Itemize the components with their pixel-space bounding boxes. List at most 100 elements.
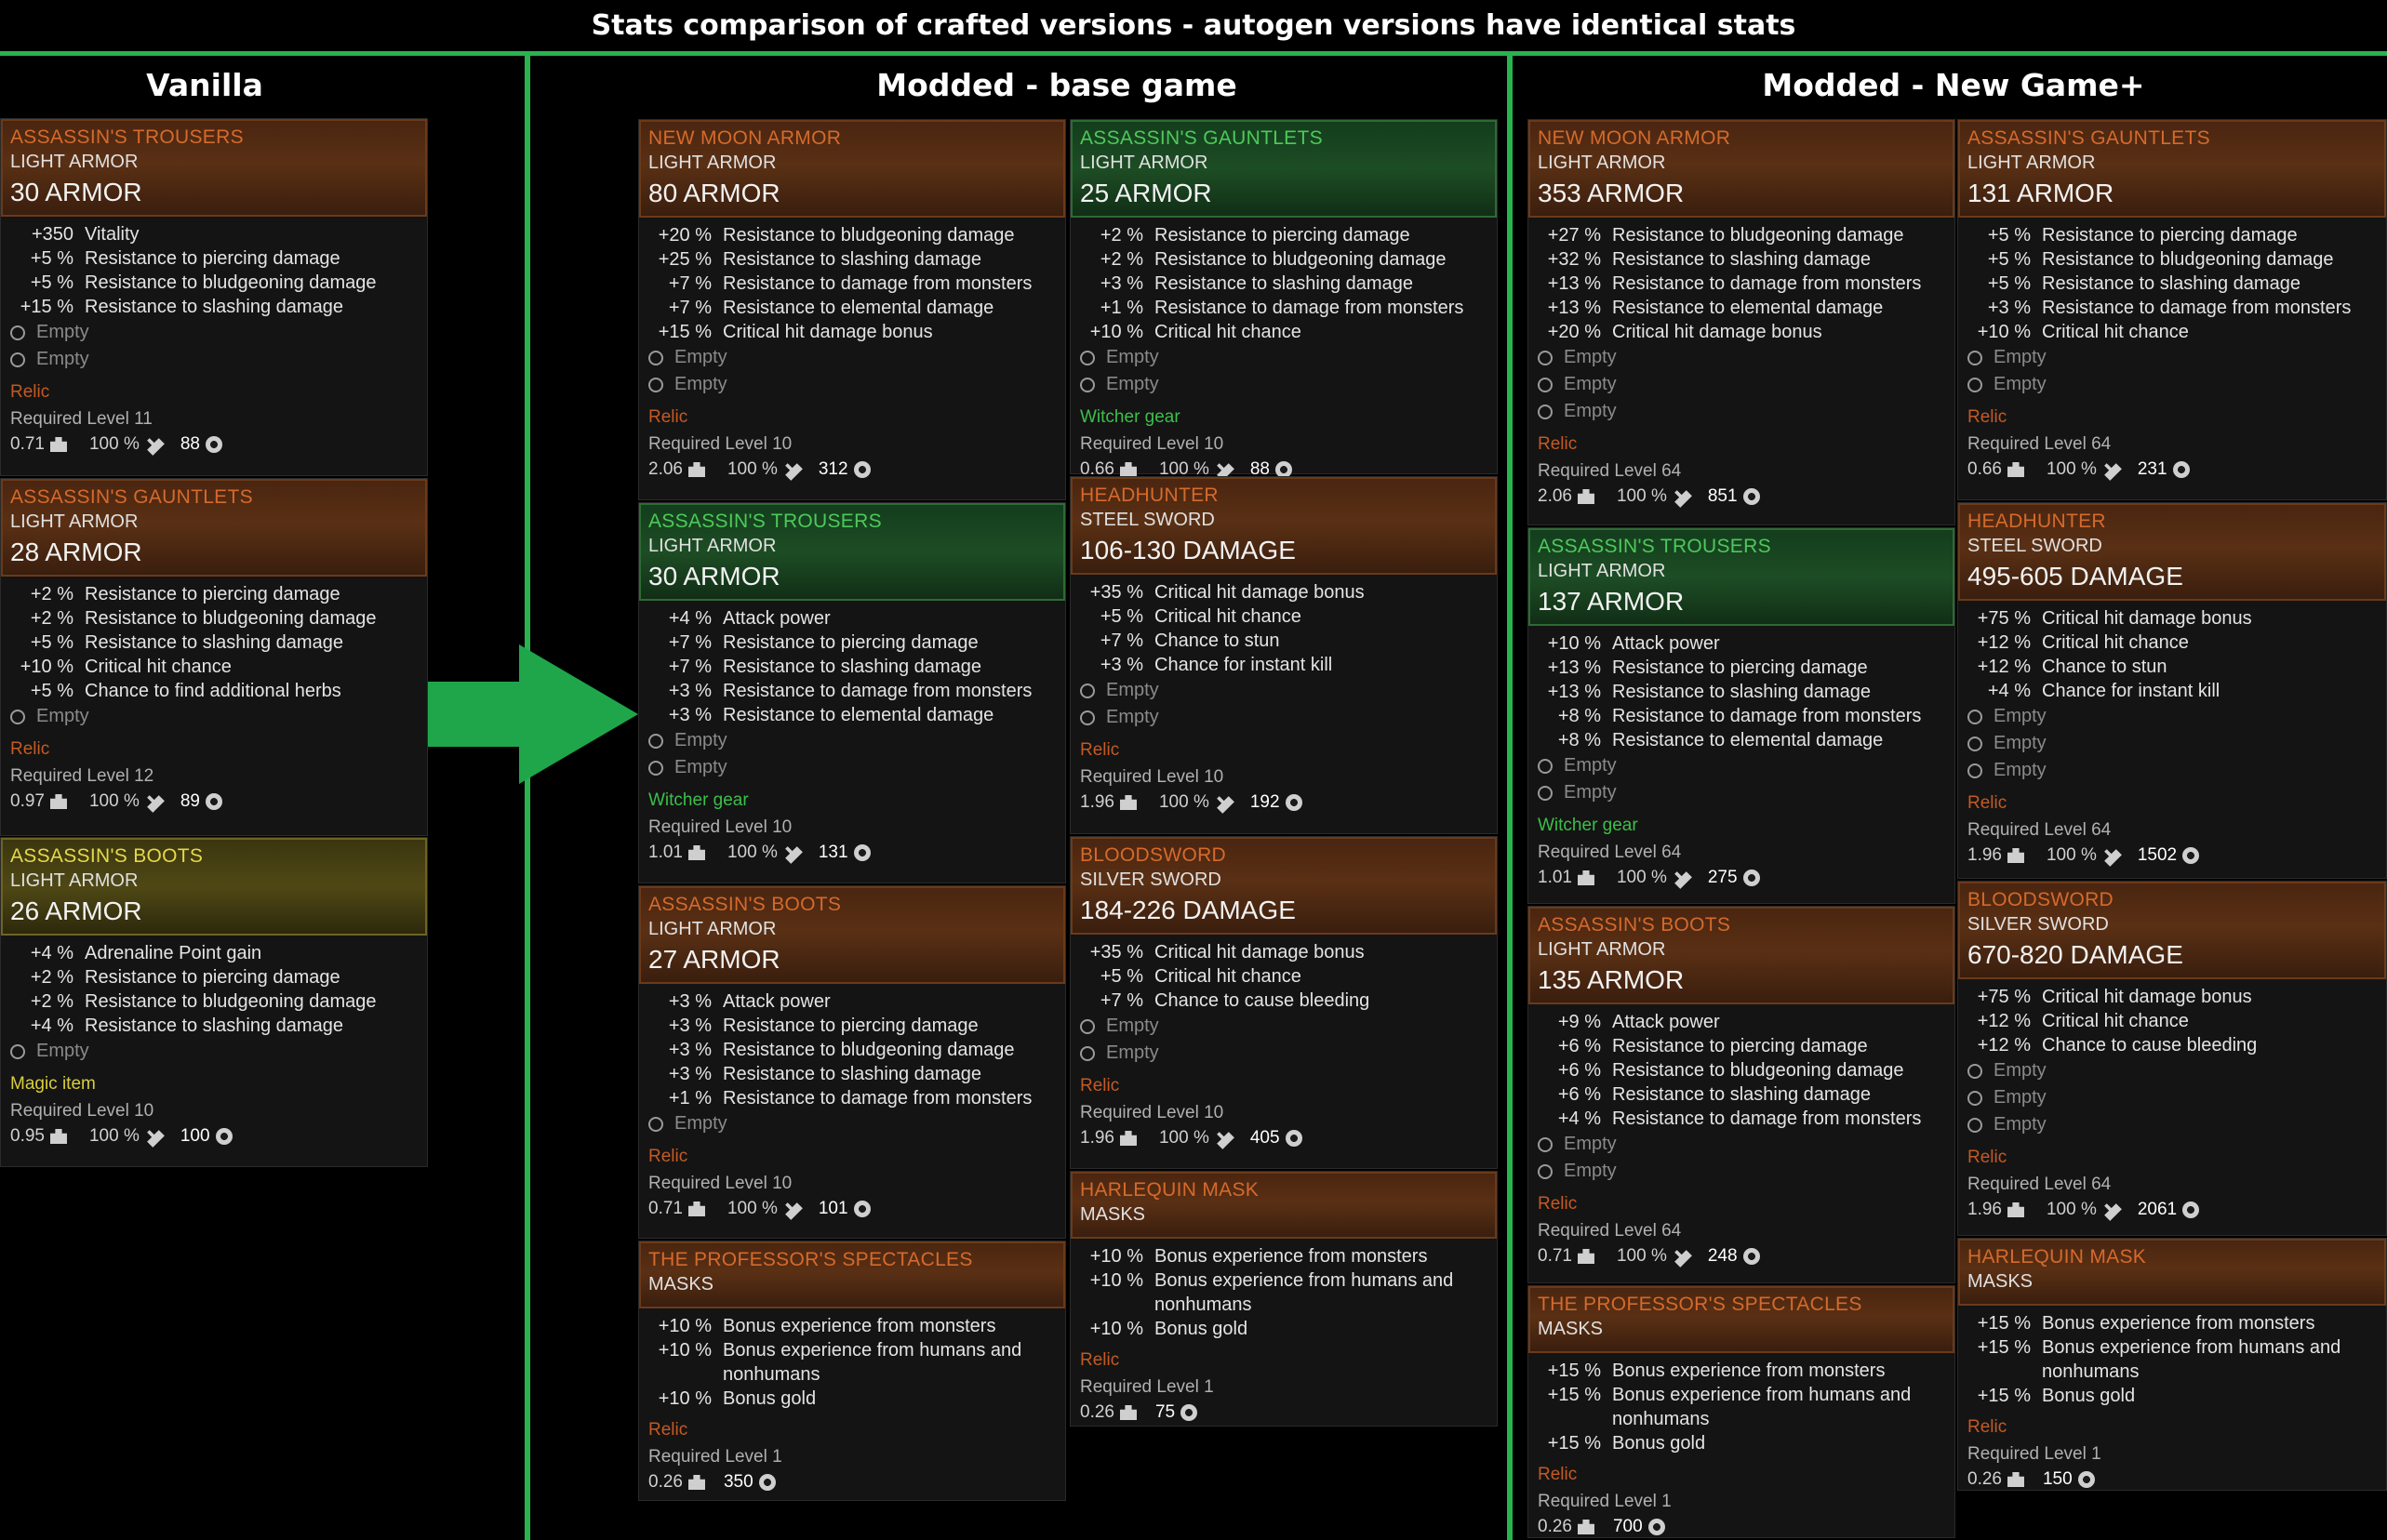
- stat-row: +10 % Bonus experience from monsters: [648, 1314, 1056, 1338]
- empty-socket[interactable]: Empty: [10, 1038, 418, 1065]
- empty-socket[interactable]: Empty: [10, 346, 418, 373]
- stat-row: +2 % Resistance to bludgeoning damage: [10, 989, 418, 1014]
- empty-socket[interactable]: Empty: [1538, 344, 1945, 371]
- stat-row: +75 % Critical hit damage bonus: [1967, 985, 2377, 1009]
- stat-row: +7 % Chance to stun: [1080, 629, 1487, 653]
- empty-socket[interactable]: Empty: [1080, 1040, 1487, 1067]
- stat-row: +8 % Resistance to damage from monsters: [1538, 704, 1945, 728]
- empty-socket[interactable]: Empty: [1538, 779, 1945, 806]
- stat-row: +15 % Bonus experience from humans and no…: [1967, 1335, 2377, 1384]
- crown-coin-icon: [206, 793, 222, 810]
- item-body: +3 % Attack power +3 % Resistance to pierci…: [639, 984, 1065, 1226]
- stat-label: Resistance to slashing damage: [723, 249, 981, 270]
- empty-socket[interactable]: Empty: [1538, 752, 1945, 779]
- stat-label: Resistance to piercing damage: [85, 248, 340, 269]
- column-title-modded-base: Modded - base game: [876, 67, 1237, 103]
- item-footer: 2.06 100 % 312: [648, 457, 1056, 483]
- required-level: Required Level 1: [1967, 1444, 2101, 1464]
- empty-socket[interactable]: Empty: [1080, 704, 1487, 731]
- item-footer: 0.97 100 % 89: [10, 789, 418, 815]
- item-header: NEW MOON ARMOR LIGHT ARMOR 353 ARMOR: [1528, 120, 1954, 218]
- stat-value: +4 %: [30, 1016, 73, 1036]
- price-value: 89: [180, 791, 200, 811]
- item-rarity: Witcher gear: [1080, 407, 1180, 427]
- empty-socket[interactable]: Empty: [10, 319, 418, 346]
- item-tooltip-b-harlequin: HARLEQUIN MASK MASKS +10 % Bonus experience…: [1070, 1171, 1498, 1427]
- empty-socket[interactable]: Empty: [648, 344, 1056, 371]
- item-rarity: Relic: [648, 1420, 688, 1440]
- empty-socket[interactable]: Empty: [1967, 344, 2377, 371]
- price-value: 100: [180, 1126, 210, 1146]
- socket-label: Empty: [1106, 374, 1159, 394]
- socket-label: Empty: [1564, 374, 1617, 394]
- empty-socket[interactable]: Empty: [1967, 1084, 2377, 1111]
- item-type: LIGHT ARMOR: [648, 153, 777, 173]
- item-name: NEW MOON ARMOR: [648, 127, 842, 149]
- stat-value: +2 %: [30, 991, 73, 1012]
- empty-socket[interactable]: Empty: [1538, 1131, 1945, 1158]
- empty-socket[interactable]: Empty: [1967, 730, 2377, 757]
- empty-socket[interactable]: Empty: [648, 727, 1056, 754]
- stat-value: +12 %: [1977, 657, 2031, 677]
- stat-value: +7 %: [1100, 631, 1143, 651]
- empty-socket[interactable]: Empty: [10, 703, 418, 730]
- empty-socket[interactable]: Empty: [1080, 677, 1487, 704]
- stat-row: +6 % Resistance to slashing damage: [1538, 1082, 1945, 1107]
- empty-socket[interactable]: Empty: [648, 371, 1056, 398]
- item-tooltip-n-trousers: ASSASSIN'S TROUSERS LIGHT ARMOR 137 ARMOR +…: [1527, 527, 1955, 904]
- stat-value: +8 %: [1557, 706, 1601, 726]
- empty-socket[interactable]: Empty: [1967, 1057, 2377, 1084]
- item-name: THE PROFESSOR'S SPECTACLES: [1538, 1294, 1862, 1315]
- stat-label: Resistance to slashing damage: [1154, 273, 1413, 294]
- item-rarity: Relic: [1080, 740, 1120, 760]
- item-primary-stat: 28 ARMOR: [10, 538, 142, 566]
- stat-label: Resistance to bludgeoning damage: [1154, 249, 1447, 270]
- item-rarity: Relic: [1080, 1076, 1120, 1095]
- socket-label: Empty: [1564, 1134, 1617, 1154]
- empty-socket[interactable]: Empty: [1538, 371, 1945, 398]
- socket-label: Empty: [1994, 374, 2047, 394]
- stat-row: +1 % Resistance to damage from monsters: [648, 1086, 1056, 1110]
- stat-label: Critical hit damage bonus: [1154, 582, 1365, 603]
- stat-value: +20 %: [658, 225, 712, 246]
- stat-row: +4 % Resistance to damage from monsters: [1538, 1107, 1945, 1131]
- required-level: Required Level 64: [1967, 434, 2112, 454]
- stat-label: Chance for instant kill: [1154, 655, 1333, 675]
- item-type: LIGHT ARMOR: [648, 919, 777, 939]
- empty-socket[interactable]: Empty: [1538, 398, 1945, 425]
- item-footer: 0.66 100 % 231: [1967, 457, 2377, 483]
- stat-value: +5 %: [1987, 225, 2031, 246]
- stat-row: +10 % Critical hit chance: [1967, 320, 2377, 344]
- stat-value: +13 %: [1547, 273, 1601, 294]
- empty-socket[interactable]: Empty: [1967, 757, 2377, 784]
- durability-hammer-icon: [1670, 1245, 1692, 1268]
- stat-row: +350 Vitality: [10, 222, 418, 246]
- item-header: ASSASSIN'S BOOTS LIGHT ARMOR 26 ARMOR: [1, 838, 427, 936]
- empty-socket[interactable]: Empty: [1967, 371, 2377, 398]
- item-tooltip-n-spectacles: THE PROFESSOR'S SPECTACLES MASKS +15 % Bonu…: [1527, 1285, 1955, 1538]
- crown-coin-icon: [2182, 1201, 2200, 1218]
- weight-icon: [1577, 1520, 1594, 1534]
- empty-socket[interactable]: Empty: [1967, 1111, 2377, 1138]
- empty-socket[interactable]: Empty: [1080, 344, 1487, 371]
- stat-value: +15 %: [1977, 1337, 2031, 1358]
- empty-socket[interactable]: Empty: [1080, 1013, 1487, 1040]
- item-primary-stat: 106-130 DAMAGE: [1080, 536, 1296, 564]
- item-header: ASSASSIN'S TROUSERS LIGHT ARMOR 137 ARMOR: [1528, 528, 1954, 626]
- empty-socket[interactable]: Empty: [1967, 703, 2377, 730]
- weight-value: 1.96: [1080, 792, 1114, 812]
- empty-socket[interactable]: Empty: [1080, 371, 1487, 398]
- weight-value: 1.96: [1080, 1128, 1114, 1148]
- stat-value: +7 %: [1100, 990, 1143, 1011]
- price-value: 75: [1154, 1402, 1176, 1422]
- stat-value: +1 %: [1100, 298, 1143, 318]
- item-rarity: Relic: [10, 382, 50, 402]
- item-header: ASSASSIN'S TROUSERS LIGHT ARMOR 30 ARMOR: [639, 503, 1065, 601]
- stat-label: Critical hit chance: [2042, 1011, 2189, 1031]
- item-name: ASSASSIN'S BOOTS: [648, 894, 842, 915]
- empty-socket[interactable]: Empty: [1538, 1158, 1945, 1185]
- empty-socket[interactable]: Empty: [648, 1110, 1056, 1137]
- durability-value: 100 %: [1616, 1246, 1667, 1266]
- socket-label: Empty: [1106, 707, 1159, 727]
- empty-socket[interactable]: Empty: [648, 754, 1056, 781]
